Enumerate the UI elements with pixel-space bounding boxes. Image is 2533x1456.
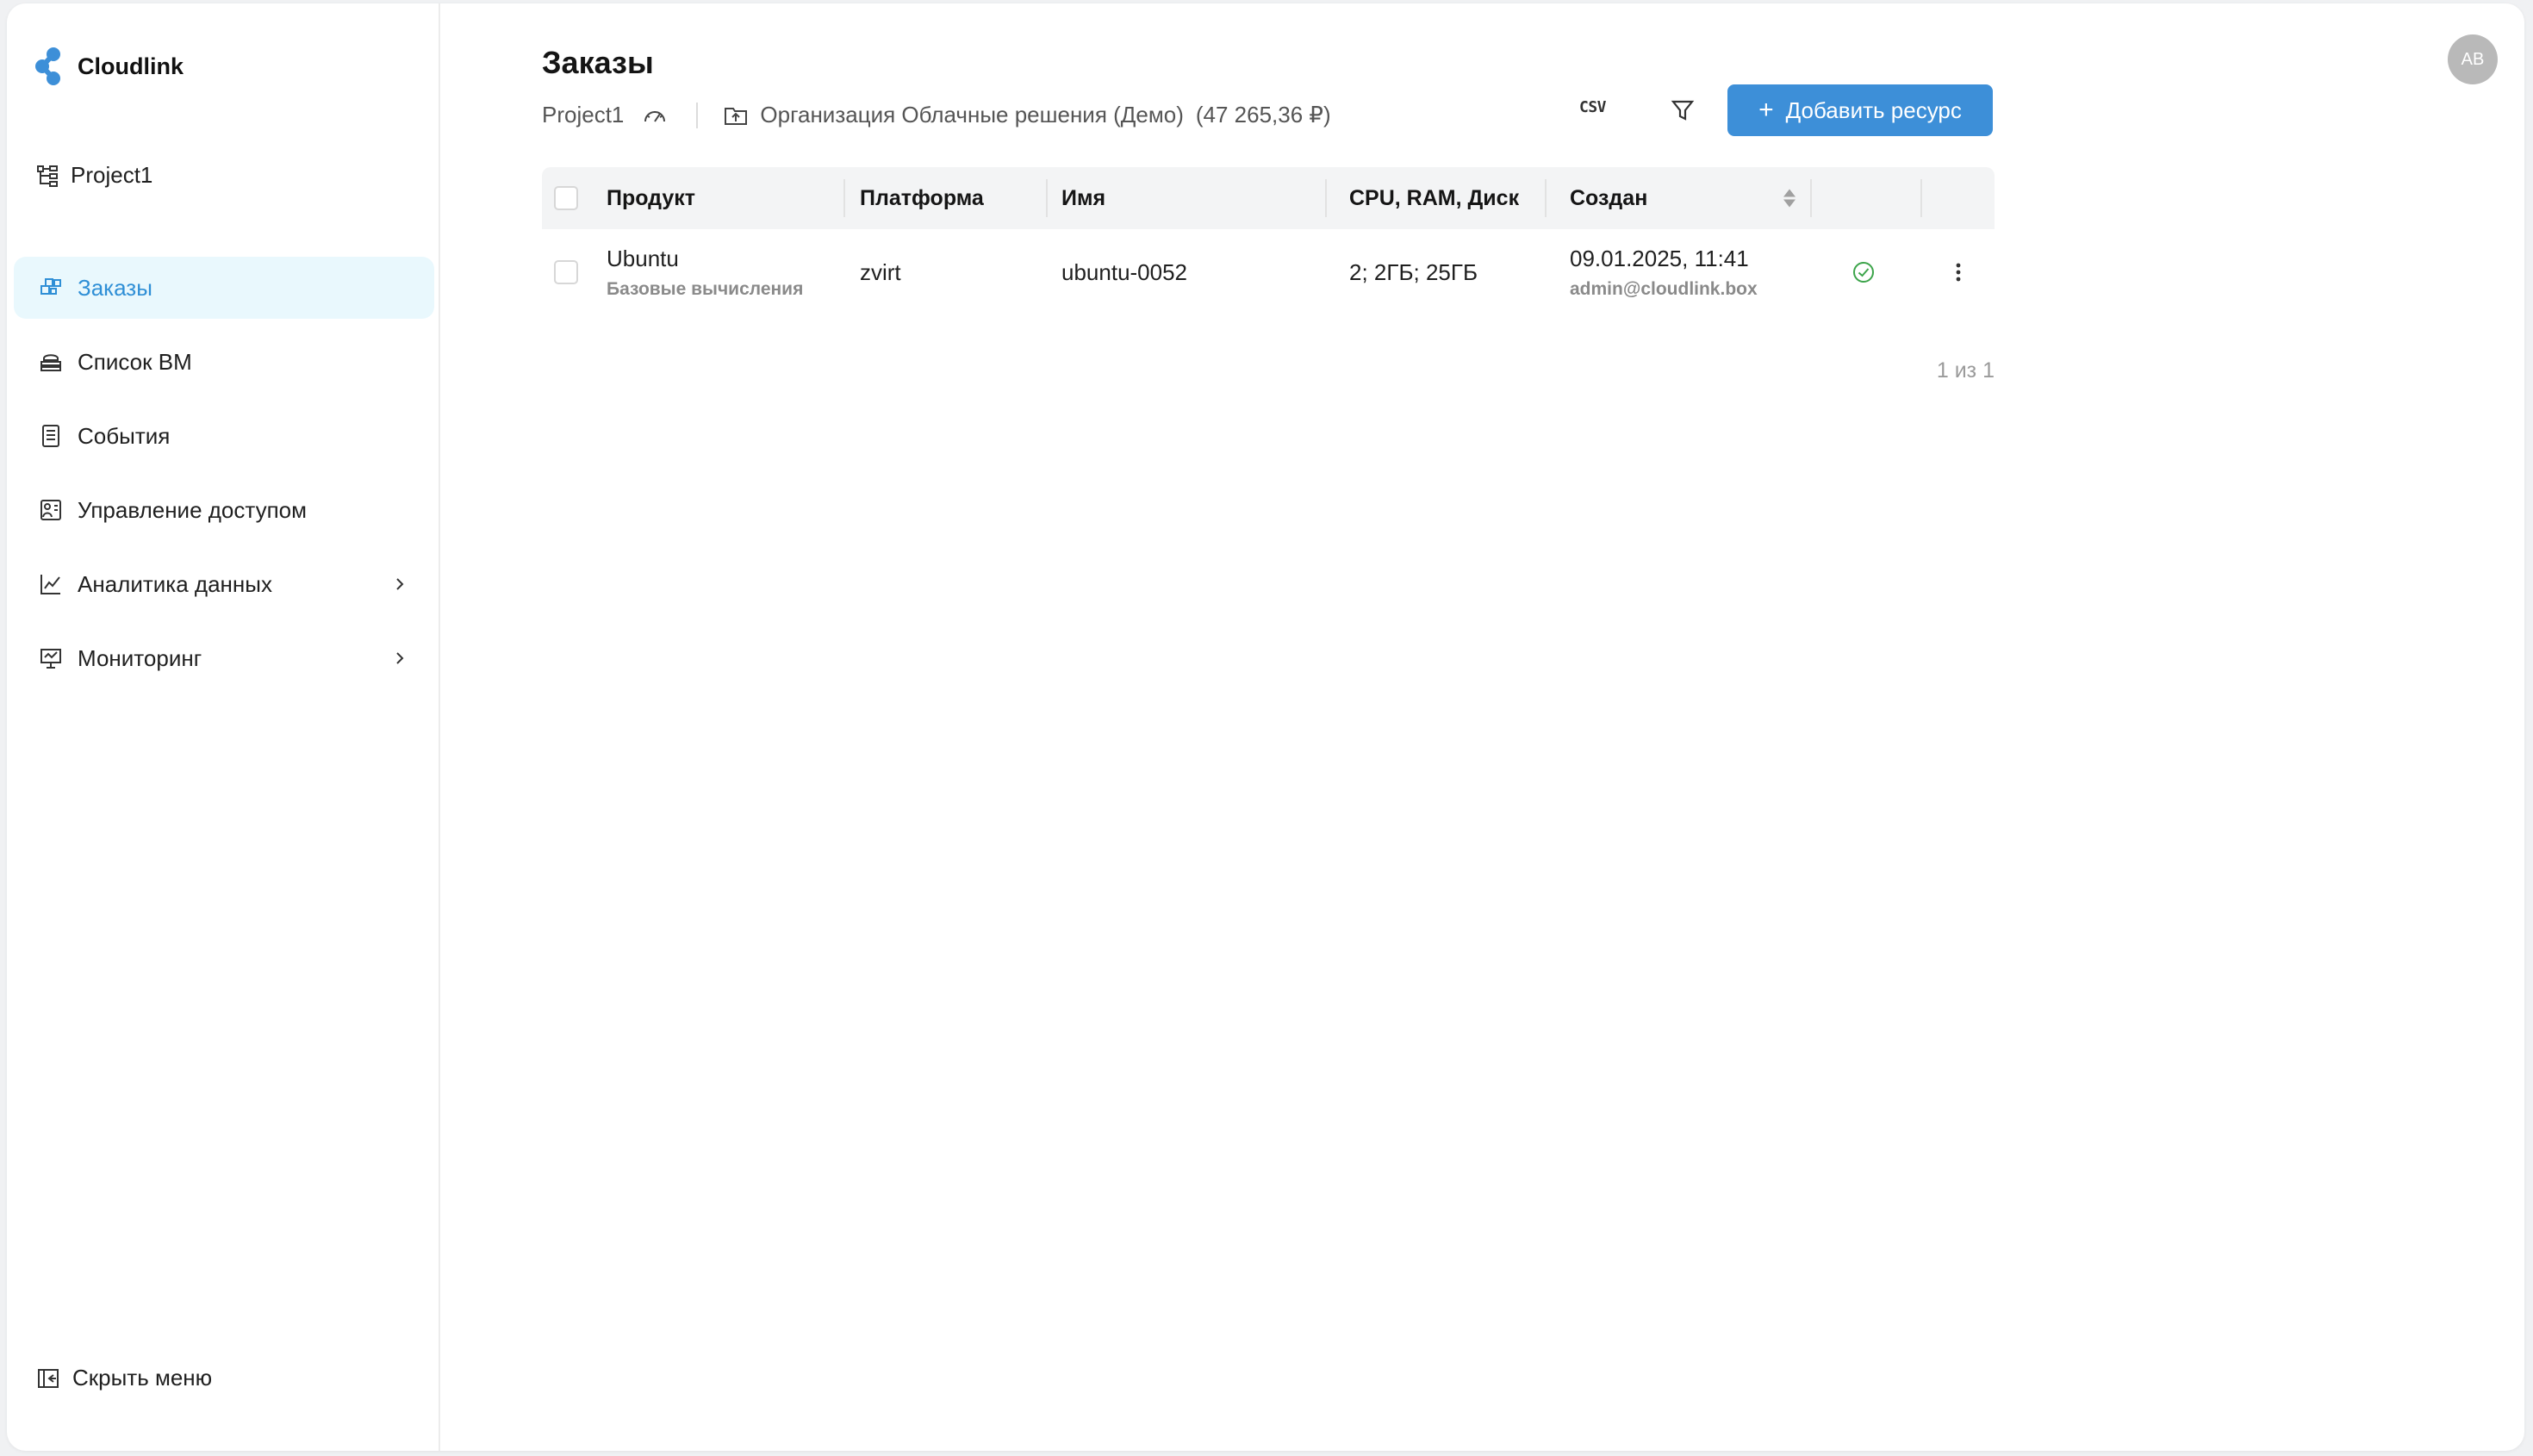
project-name: Project1 [71, 162, 153, 188]
more-vertical-icon [1956, 263, 1961, 282]
status-ok-icon [1853, 262, 1874, 283]
orders-table: Продукт Платформа Имя CPU, RAM, Диск Соз… [542, 167, 1995, 383]
cell-created: 09.01.2025, 11:41 admin@cloudlink.box [1570, 229, 1758, 315]
sidebar-item-orders[interactable]: Заказы [14, 257, 434, 319]
sidebar-item-monitoring[interactable]: Мониторинг [14, 627, 434, 689]
column-header-product[interactable]: Продукт [607, 167, 695, 229]
hide-menu-button[interactable]: Скрыть меню [36, 1365, 212, 1391]
row-checkbox[interactable] [554, 260, 578, 284]
sidebar-item-label: Список ВМ [78, 348, 192, 375]
page-title: Заказы [542, 45, 654, 80]
add-resource-button[interactable]: + Добавить ресурс [1727, 84, 1993, 136]
brand-logo[interactable]: Cloudlink [34, 47, 184, 86]
select-all-cell [554, 167, 578, 229]
cell-resources: 2; 2ГБ; 25ГБ [1349, 258, 1478, 285]
access-icon [38, 497, 64, 523]
add-resource-label: Добавить ресурс [1785, 96, 1962, 123]
sidebar-item-label: Управление доступом [78, 496, 308, 523]
column-header-name[interactable]: Имя [1061, 167, 1105, 229]
sidebar-item-label: Заказы [78, 274, 152, 301]
table-row[interactable]: Ubuntu Базовые вычисления zvirt ubuntu-0… [542, 229, 1995, 315]
orders-icon [38, 275, 64, 301]
sidebar-nav: Заказы Список ВМ События Управление дост… [14, 257, 434, 701]
organization-info[interactable]: Организация Облачные решения (Демо) (47 … [724, 102, 1331, 128]
monitoring-icon [38, 645, 64, 671]
csv-icon: CSV [1579, 98, 1607, 116]
column-divider [843, 179, 845, 217]
events-icon [38, 423, 64, 449]
column-divider [1920, 179, 1922, 217]
column-header-resources[interactable]: CPU, RAM, Диск [1349, 167, 1519, 229]
pagination-info: 1 из 1 [1936, 358, 1995, 383]
column-header-created-label: Создан [1570, 185, 1648, 210]
select-all-checkbox[interactable] [554, 186, 578, 210]
sidebar: Cloudlink Project1 Заказы Список ВМ Собы… [7, 3, 440, 1451]
sidebar-item-analytics[interactable]: Аналитика данных [14, 553, 434, 615]
column-header-platform[interactable]: Платформа [860, 167, 984, 229]
folder-icon [725, 107, 748, 125]
brand-name: Cloudlink [78, 53, 184, 79]
cell-name: ubuntu-0052 [1061, 258, 1188, 285]
column-divider [1810, 179, 1812, 217]
sidebar-item-access[interactable]: Управление доступом [14, 479, 434, 541]
table-header: Продукт Платформа Имя CPU, RAM, Диск Соз… [542, 167, 1995, 229]
cell-status [1852, 229, 1876, 315]
sidebar-item-vm-list[interactable]: Список ВМ [14, 331, 434, 393]
collapse-sidebar-icon [38, 1368, 59, 1388]
hide-menu-label: Скрыть меню [72, 1365, 213, 1391]
sidebar-item-events[interactable]: События [14, 405, 434, 467]
app-window: Cloudlink Project1 Заказы Список ВМ Собы… [7, 3, 2524, 1451]
chevron-right-icon [396, 578, 404, 590]
product-category: Базовые вычисления [607, 278, 804, 299]
product-name: Ubuntu [607, 245, 679, 271]
context-bar: Project1 Организация Облачные решения (Д… [542, 102, 1331, 128]
main-content: Заказы Project1 Организация Облачные реш… [440, 3, 2524, 1451]
divider [696, 102, 699, 128]
column-divider [1325, 179, 1327, 217]
chevron-right-icon [396, 652, 404, 664]
sidebar-item-label: Аналитика данных [78, 570, 272, 597]
plus-icon: + [1758, 96, 1774, 124]
project-tree-icon [37, 165, 58, 187]
created-datetime: 09.01.2025, 11:41 [1570, 245, 1749, 271]
analytics-icon [38, 571, 64, 597]
quota-gauge-icon[interactable] [643, 106, 667, 125]
column-header-created[interactable]: Создан [1570, 167, 1796, 229]
sidebar-item-label: Мониторинг [78, 644, 202, 671]
cell-product: Ubuntu Базовые вычисления [607, 229, 803, 315]
organization-name: Организация Облачные решения (Демо) [760, 102, 1184, 128]
vm-list-icon [38, 349, 64, 375]
sidebar-item-label: События [78, 422, 171, 449]
export-csv-button[interactable]: CSV [1579, 98, 1607, 116]
organization-balance: (47 265,36 ₽) [1195, 102, 1331, 128]
cell-platform: zvirt [860, 258, 901, 285]
row-select-cell [554, 229, 578, 315]
project-selector[interactable]: Project1 [36, 162, 152, 189]
column-divider [1046, 179, 1048, 217]
current-project[interactable]: Project1 [542, 102, 624, 128]
column-divider [1545, 179, 1547, 217]
filter-icon[interactable] [1669, 96, 1696, 124]
row-actions-menu[interactable] [1955, 229, 1962, 315]
cloudlink-logo-icon [35, 47, 60, 85]
sort-icon[interactable] [1783, 189, 1796, 208]
avatar[interactable]: AB [2448, 34, 2498, 84]
created-by: admin@cloudlink.box [1570, 278, 1758, 299]
